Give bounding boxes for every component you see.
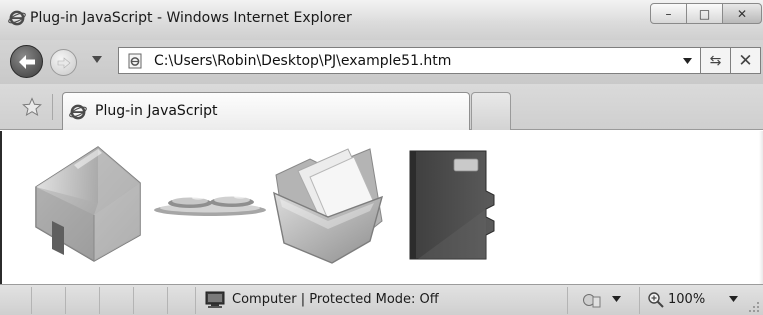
ie-logo-icon: [69, 104, 87, 120]
status-cell: [32, 287, 66, 314]
status-bar: Computer | Protected Mode: Off 100%: [0, 284, 763, 315]
arrow-right-icon: [57, 56, 70, 69]
chevron-down-icon: [92, 56, 102, 63]
status-cell: [168, 287, 196, 314]
new-tab-button[interactable]: [471, 92, 511, 130]
tab-bar: Plug-in JavaScript: [0, 84, 763, 130]
zoom-level[interactable]: 100%: [668, 292, 705, 307]
forward-button[interactable]: [50, 49, 77, 76]
notebook-icon[interactable]: [406, 147, 498, 263]
window-title: Plug-in JavaScript - Windows Internet Ex…: [30, 10, 352, 26]
address-history-dropdown[interactable]: [683, 58, 692, 64]
address-bar[interactable]: C:\Users\Robin\Desktop\PJ\example51.htm: [118, 47, 701, 74]
maximize-icon: □: [698, 6, 711, 21]
zoom-icon[interactable]: [647, 291, 665, 309]
window-controls: – □ ✕: [650, 3, 762, 24]
refresh-icon: ⇆: [709, 52, 722, 69]
refresh-button[interactable]: ⇆: [701, 47, 731, 74]
content-edge: [759, 131, 763, 284]
computer-icon: [205, 291, 225, 308]
tab-plug-in-javascript[interactable]: Plug-in JavaScript: [62, 92, 470, 130]
status-cell: [66, 287, 100, 314]
folder-icon[interactable]: [270, 145, 388, 265]
close-icon: ✕: [736, 6, 748, 21]
maximize-button[interactable]: □: [686, 3, 723, 24]
stop-button[interactable]: ✕: [731, 47, 761, 74]
address-input[interactable]: C:\Users\Robin\Desktop\PJ\example51.htm: [154, 53, 451, 69]
tab-separator: [52, 94, 53, 120]
tab-label: Plug-in JavaScript: [95, 103, 218, 119]
resize-grip-icon[interactable]: [748, 299, 760, 313]
favorites-star-icon[interactable]: [22, 97, 42, 117]
ie-logo-icon: [8, 10, 26, 26]
chevron-down-icon: [683, 58, 692, 64]
close-button[interactable]: ✕: [722, 3, 762, 24]
navigation-bar: C:\Users\Robin\Desktop\PJ\example51.htm …: [0, 40, 763, 84]
back-button[interactable]: [10, 45, 43, 78]
chevron-down-icon: [729, 296, 738, 302]
arrow-left-icon: [18, 54, 35, 69]
security-zone-text: Computer | Protected Mode: Off: [232, 292, 439, 307]
minimize-icon: –: [665, 6, 672, 21]
house-icon[interactable]: [32, 143, 144, 265]
dishes-icon[interactable]: [152, 193, 268, 219]
protected-mode-panel: [568, 287, 640, 314]
chevron-down-icon: [612, 296, 621, 302]
page-icon: [128, 53, 142, 69]
title-bar: Plug-in JavaScript - Windows Internet Ex…: [0, 0, 763, 40]
minimize-button[interactable]: –: [650, 3, 687, 24]
status-cell: [134, 287, 168, 314]
recent-pages-dropdown[interactable]: [92, 56, 102, 63]
status-cell: [0, 287, 32, 314]
security-icon[interactable]: [582, 291, 602, 309]
page-content: [0, 131, 763, 284]
status-cell: [100, 287, 134, 314]
stop-icon: ✕: [738, 50, 753, 71]
zoom-dropdown[interactable]: [729, 296, 738, 302]
security-dropdown[interactable]: [612, 296, 621, 302]
